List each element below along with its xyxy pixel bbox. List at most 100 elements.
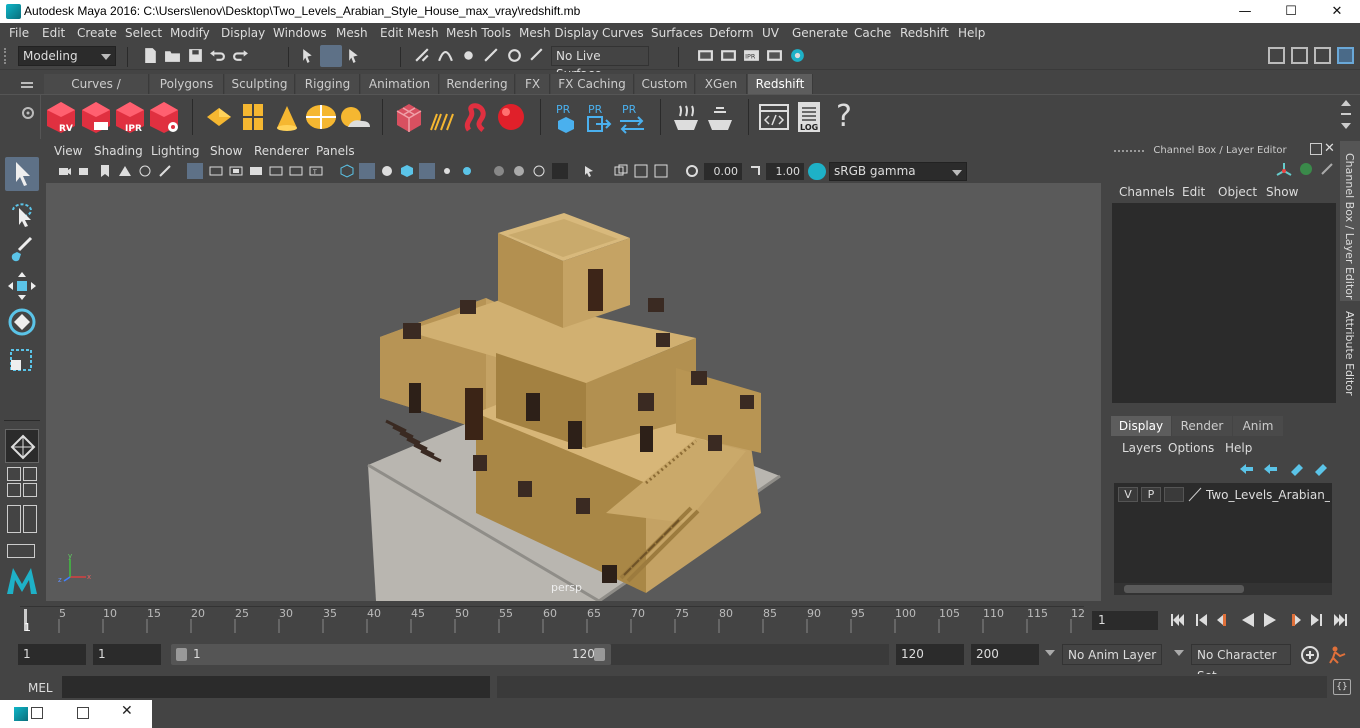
menu-create[interactable]: Create <box>77 26 117 40</box>
menu-select[interactable]: Select <box>125 26 162 40</box>
menu-display[interactable]: Display <box>221 26 265 40</box>
menu-help[interactable]: Help <box>958 26 985 40</box>
snap-to-curve-icon[interactable] <box>437 47 454 64</box>
show-menu[interactable]: Show <box>1266 185 1298 199</box>
tab-anim[interactable]: Anim <box>1233 416 1283 436</box>
scrollbar-thumb[interactable] <box>1124 585 1244 593</box>
playback-end-field[interactable]: 120 <box>896 644 964 665</box>
tab-rigging[interactable]: Rigging <box>296 74 360 94</box>
smooth-shade-icon[interactable] <box>359 163 375 179</box>
use-default-material-icon[interactable] <box>380 164 394 178</box>
time-slider[interactable]: 1 5 10 15 20 25 30 35 40 45 50 55 60 65 … <box>20 606 1085 634</box>
motion-blur-icon[interactable] <box>654 164 668 178</box>
show-hud-icon[interactable] <box>614 164 628 178</box>
channels-menu[interactable]: Channels <box>1119 185 1175 199</box>
play-backwards-icon[interactable] <box>1240 613 1256 627</box>
tab-animation[interactable]: Animation <box>361 74 439 94</box>
color-management-toggle-icon[interactable] <box>808 163 826 180</box>
camera-select-icon[interactable] <box>58 164 72 178</box>
perspective-viewport[interactable]: y x z persp <box>46 183 1101 601</box>
animation-start-field[interactable]: 1 <box>18 644 86 665</box>
redshift-volume-icon[interactable] <box>461 100 493 134</box>
menu-windows[interactable]: Windows <box>273 26 327 40</box>
play-forwards-icon[interactable] <box>1262 613 1278 627</box>
shelf-scroll-down-icon[interactable] <box>1341 123 1351 129</box>
playback-start-field[interactable]: 1 <box>93 644 161 665</box>
exposure-field[interactable]: 0.00 <box>704 163 742 180</box>
modeling-toolkit-icon[interactable] <box>1268 47 1285 64</box>
menu-mesh-display[interactable]: Mesh Display <box>519 26 599 40</box>
character-set-chevron-down-icon[interactable] <box>1174 650 1184 656</box>
menu-redshift[interactable]: Redshift <box>900 26 949 40</box>
shelf-menu-icon[interactable] <box>21 82 33 88</box>
new-layer-selected-icon[interactable] <box>1313 462 1329 476</box>
redshift-sun-sky-icon[interactable] <box>338 100 370 134</box>
speed-icon[interactable] <box>1298 161 1314 177</box>
outliner-persp-layout-icon[interactable] <box>7 505 21 533</box>
panel-menu-show[interactable]: Show <box>210 144 242 158</box>
script-language-toggle[interactable]: MEL <box>28 681 53 695</box>
tab-polygons[interactable]: Polygons <box>150 74 224 94</box>
four-view-layout-icon[interactable] <box>7 467 21 481</box>
move-tool-icon[interactable] <box>5 269 39 303</box>
snap-to-grid-icon[interactable] <box>414 47 431 64</box>
menu-file[interactable]: File <box>9 26 29 40</box>
shelf-settings-gear-icon[interactable] <box>20 105 36 121</box>
go-to-end-icon[interactable] <box>1332 613 1348 627</box>
persp-graph-layout-icon[interactable] <box>7 483 21 497</box>
persp-uv-layout-icon[interactable] <box>23 483 37 497</box>
redshift-pr-export-icon[interactable]: PR <box>582 100 614 134</box>
grid-toggle-icon[interactable] <box>187 163 203 179</box>
gate-mask-icon[interactable] <box>249 164 263 178</box>
hyperbolic-icon[interactable] <box>1319 161 1335 177</box>
move-layer-up-icon[interactable] <box>1238 462 1254 476</box>
image-plane-icon[interactable] <box>118 164 132 178</box>
xray-joints-icon[interactable] <box>512 164 526 178</box>
redshift-script-editor-icon[interactable] <box>758 100 790 134</box>
safe-action-icon[interactable] <box>289 164 303 178</box>
menu-mesh[interactable]: Mesh <box>336 26 368 40</box>
attribute-editor-toggle-icon[interactable] <box>1291 47 1308 64</box>
redshift-render-view-icon[interactable]: RV <box>45 100 77 134</box>
panel-menu-lighting[interactable]: Lighting <box>151 144 200 158</box>
current-frame-field[interactable]: 1 <box>1092 611 1158 630</box>
panel-menu-renderer[interactable]: Renderer <box>254 144 309 158</box>
ipr-render-icon[interactable]: IPR <box>743 47 760 64</box>
exposure-icon[interactable] <box>685 164 699 178</box>
view-transform-dropdown[interactable]: sRGB gamma <box>829 162 967 181</box>
persp-layout-icon[interactable] <box>23 505 37 533</box>
xray-components-icon[interactable] <box>552 163 568 179</box>
field-chart-icon[interactable] <box>269 164 283 178</box>
redshift-pr-mesh-icon[interactable]: PR <box>550 100 582 134</box>
redshift-log-icon[interactable]: LOG <box>794 100 826 134</box>
go-to-start-icon[interactable] <box>1170 613 1186 627</box>
redshift-render-settings-icon[interactable] <box>148 100 180 134</box>
layer-color-icon[interactable] <box>1187 487 1203 502</box>
range-slider[interactable]: 1 120 <box>171 644 611 665</box>
scale-tool-icon[interactable] <box>5 342 39 376</box>
tab-custom[interactable]: Custom <box>635 74 695 94</box>
screen-space-ao-icon[interactable] <box>634 164 648 178</box>
menu-uv[interactable]: UV <box>762 26 779 40</box>
step-back-key-icon[interactable] <box>1216 613 1232 627</box>
menu-set-dropdown[interactable]: Modeling <box>18 46 116 66</box>
redshift-bake-set-icon[interactable] <box>704 100 736 134</box>
grease-pencil-icon[interactable] <box>158 164 172 178</box>
redshift-portal-light-icon[interactable] <box>237 100 269 134</box>
select-by-object-icon[interactable] <box>320 45 342 67</box>
redshift-dome-light-icon[interactable] <box>304 100 336 134</box>
redshift-sphere-icon[interactable] <box>495 100 527 134</box>
select-by-hierarchy-icon[interactable] <box>300 47 317 64</box>
panel-menu-panels[interactable]: Panels <box>316 144 355 158</box>
snap-to-point-icon[interactable] <box>460 47 477 64</box>
select-tool-icon[interactable] <box>5 157 39 191</box>
xray-icon[interactable] <box>492 164 506 178</box>
panel-menu-view[interactable]: View <box>54 144 82 158</box>
make-live-icon[interactable] <box>529 47 546 64</box>
menu-edit[interactable]: Edit <box>42 26 65 40</box>
redshift-area-light-icon[interactable] <box>203 100 235 134</box>
maximize-button[interactable]: ☐ <box>1268 0 1314 23</box>
layer-visibility-toggle[interactable]: V <box>1118 487 1138 502</box>
character-set-dropdown[interactable]: No Character Set <box>1191 644 1291 683</box>
step-forward-key-icon[interactable] <box>1286 613 1302 627</box>
